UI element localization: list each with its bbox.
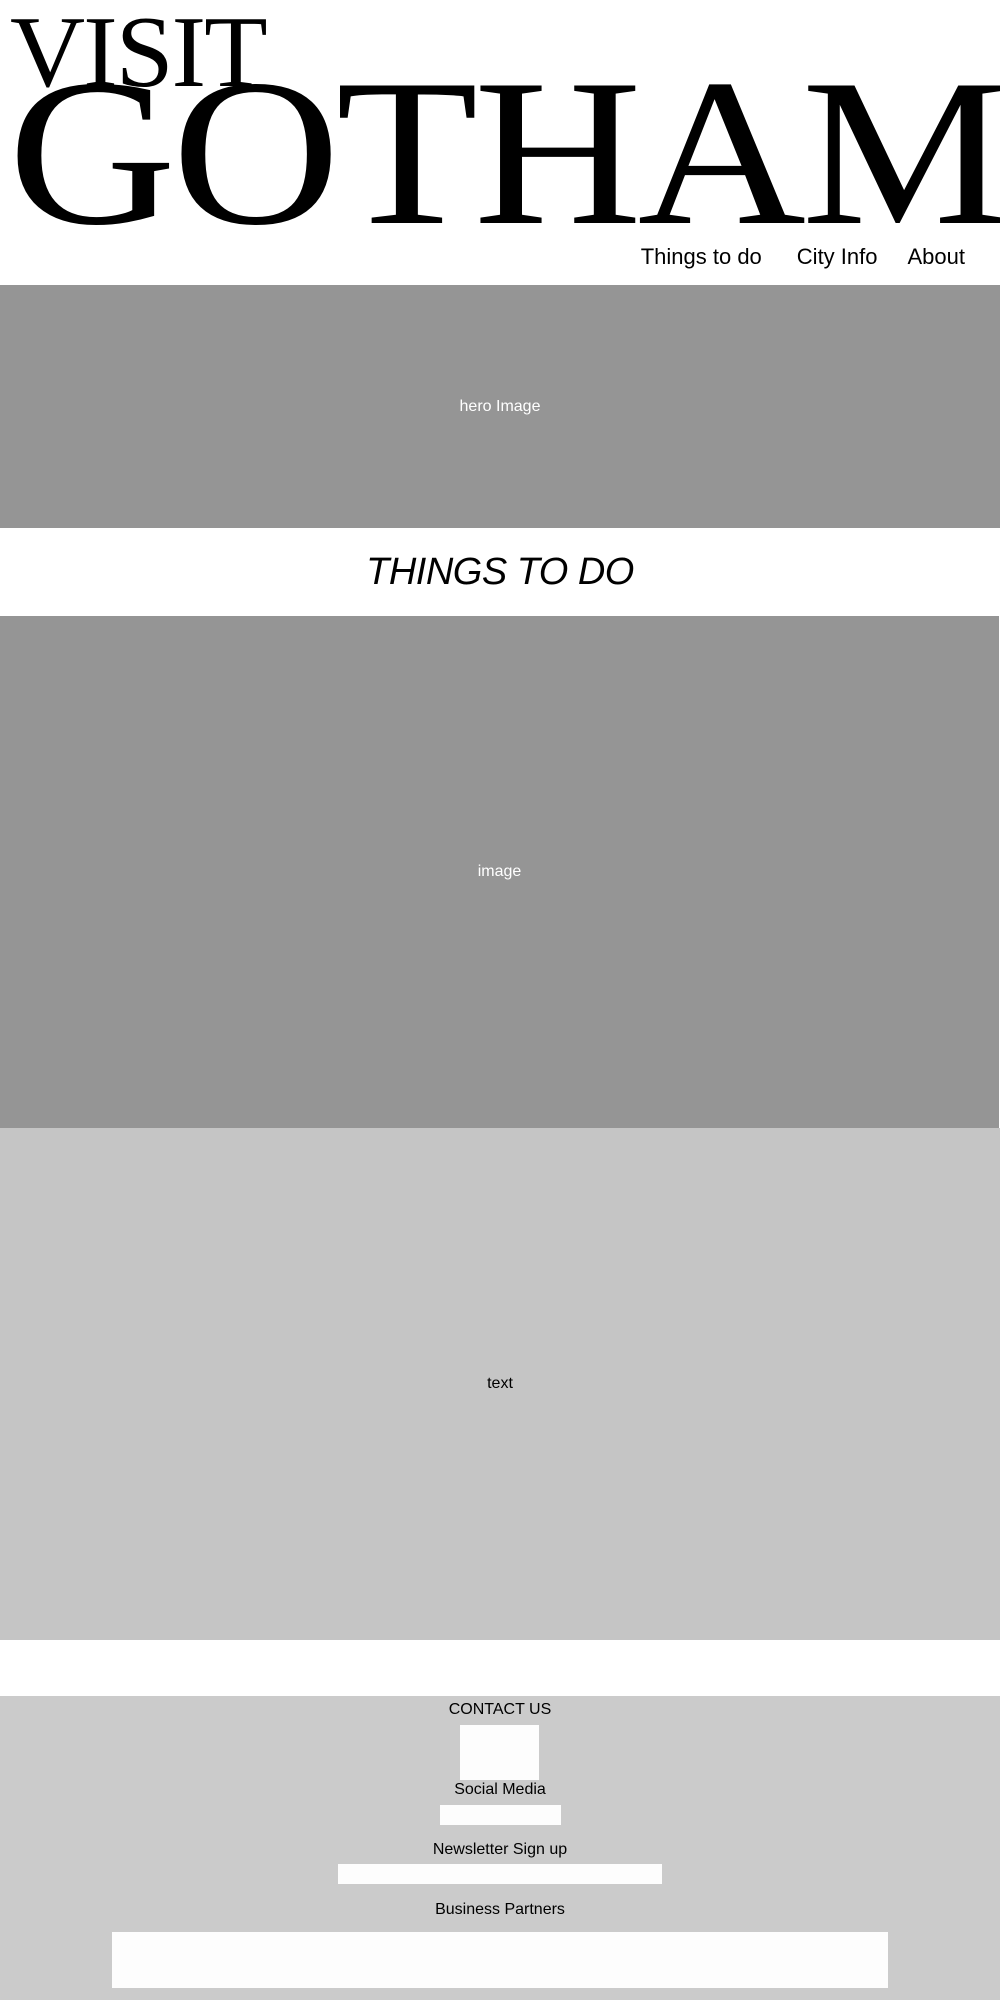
section-title-text: THINGS TO DO [366, 550, 634, 593]
contact-us-box[interactable] [460, 1725, 539, 1780]
main-nav: Things to do City Info About [641, 244, 965, 270]
newsletter-label: Newsletter Sign up [432, 1841, 568, 1858]
social-media-label: Social Media [454, 1781, 546, 1798]
site-footer: CONTACT US Social Media Newsletter Sign … [0, 1696, 1000, 2000]
text-placeholder-label: text [487, 1375, 513, 1392]
site-header: VISIT GOTHAM Things to do City Info Abou… [0, 0, 1000, 285]
things-to-do-text-placeholder: text [0, 1128, 1000, 1640]
business-partners-label: Business Partners [435, 1901, 565, 1918]
newsletter-input[interactable] [338, 1864, 662, 1884]
social-media-box[interactable] [440, 1805, 561, 1825]
business-partners-box[interactable] [112, 1932, 888, 1988]
things-to-do-image-placeholder: image [0, 616, 999, 1128]
things-to-do-heading: THINGS TO DO [0, 528, 1000, 616]
nav-item-about[interactable]: About [908, 244, 966, 270]
logo-gotham-text[interactable]: GOTHAM [8, 48, 1000, 258]
nav-item-city-info[interactable]: City Info [797, 244, 878, 270]
image-placeholder-label: image [477, 863, 522, 880]
hero-image-placeholder: hero Image [0, 285, 1000, 528]
nav-item-things-to-do[interactable]: Things to do [641, 244, 762, 270]
contact-us-label: CONTACT US [448, 1701, 552, 1718]
hero-placeholder-label: hero Image [459, 397, 541, 415]
